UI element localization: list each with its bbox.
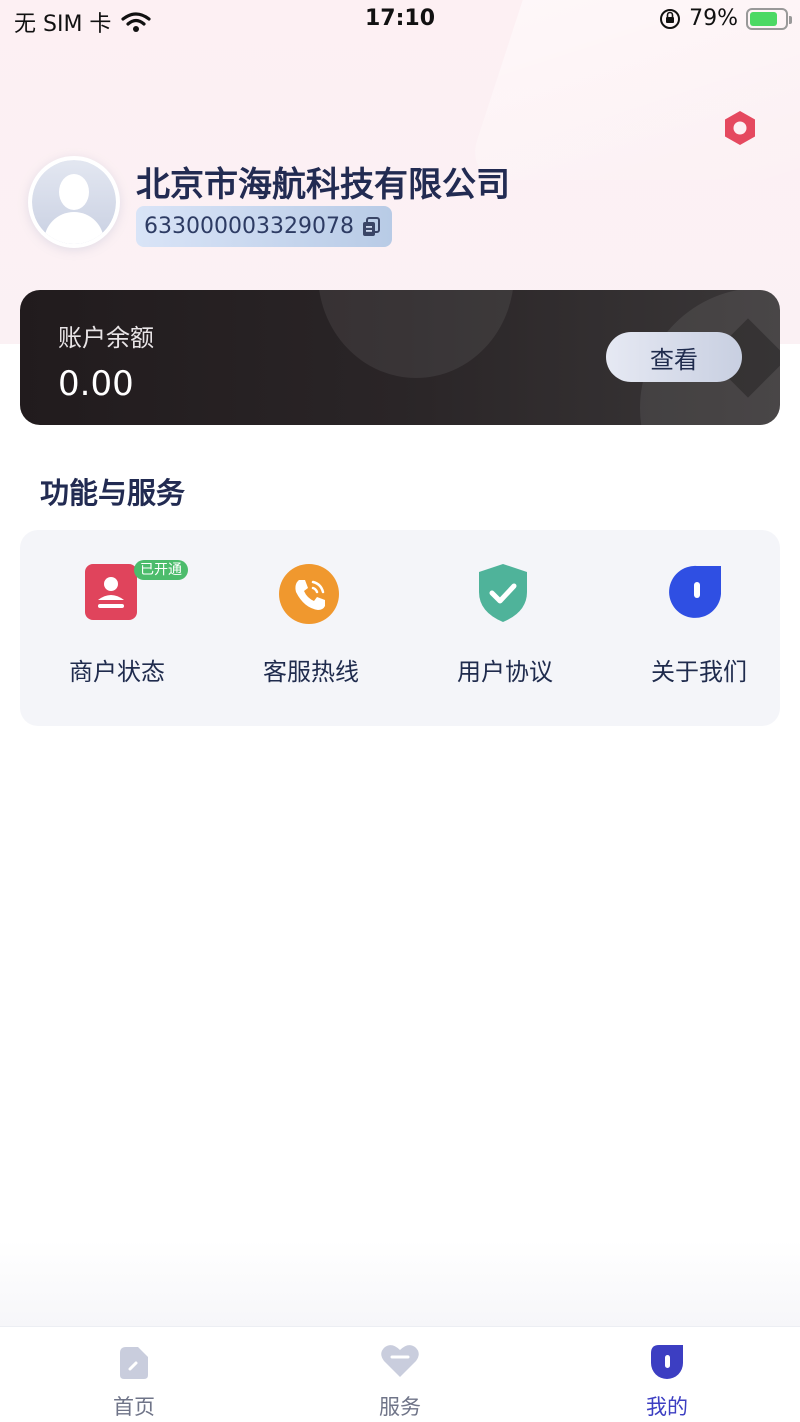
service-label: 商户状态 [69, 658, 165, 686]
battery-fill [750, 11, 777, 26]
tab-label: 我的 [646, 1395, 688, 1419]
balance-label: 账户余额 [58, 324, 154, 352]
home-icon [120, 1347, 148, 1379]
status-badge: 已开通 [134, 560, 188, 580]
card-decoration [318, 290, 514, 378]
battery-icon [746, 7, 792, 30]
service-label: 关于我们 [651, 658, 747, 686]
profile-icon [651, 1345, 683, 1379]
avatar-body [44, 212, 104, 244]
settings-icon[interactable] [720, 108, 760, 148]
tab-mine[interactable]: 我的 [597, 1327, 737, 1422]
battery-percent: 79% [689, 6, 738, 31]
copy-icon[interactable] [362, 216, 380, 237]
avatar[interactable] [28, 156, 120, 248]
service-hotline[interactable]: 客服热线 [214, 530, 408, 726]
service-about-us[interactable]: 关于我们 [602, 530, 796, 726]
section-title: 功能与服务 [40, 476, 186, 510]
merchant-id-text: 633000003329078 [144, 214, 354, 239]
service-user-agreement[interactable]: 用户协议 [408, 530, 602, 726]
status-right: 79% [659, 6, 792, 31]
tab-label: 服务 [379, 1395, 421, 1419]
tab-home[interactable]: 首页 [64, 1327, 204, 1422]
avatar-head [59, 174, 89, 210]
info-icon [669, 565, 721, 618]
service-label: 用户协议 [457, 658, 553, 686]
service-label: 客服热线 [263, 658, 359, 686]
avatar-placeholder-icon [32, 160, 116, 244]
tab-services[interactable]: 服务 [330, 1327, 470, 1422]
profile-screen: 无 SIM 卡 17:10 79% 北京市海航科技有限公司 6330000033… [0, 0, 800, 1422]
service-merchant-status[interactable]: 已开通 商户状态 [20, 530, 214, 726]
bottom-fade [0, 1240, 800, 1326]
phone-icon [279, 564, 339, 624]
tab-bar: 首页 服务 我的 [0, 1326, 800, 1422]
shield-check-icon [479, 564, 527, 622]
orientation-lock-icon [660, 8, 681, 29]
heart-icon [381, 1345, 419, 1377]
view-balance-button[interactable]: 查看 [606, 332, 742, 382]
status-bar: 无 SIM 卡 17:10 79% [0, 0, 800, 40]
company-name: 北京市海航科技有限公司 [136, 165, 510, 205]
services-panel: 已开通 商户状态 客服热线 用户协议 关于我们 [20, 530, 780, 726]
balance-card: 账户余额 0.00 查看 [20, 290, 780, 425]
battery-tip [789, 15, 792, 24]
merchant-id-chip[interactable]: 633000003329078 [136, 206, 392, 247]
tab-label: 首页 [113, 1395, 155, 1419]
balance-amount: 0.00 [58, 364, 134, 404]
